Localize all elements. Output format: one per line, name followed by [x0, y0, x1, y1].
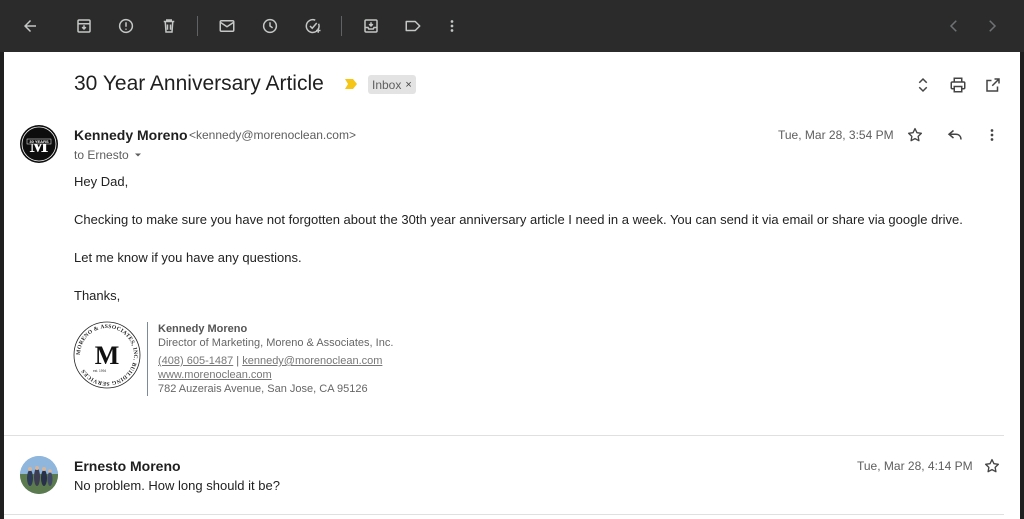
logo-letter: M: [95, 341, 120, 370]
importance-marker-icon[interactable]: [345, 79, 357, 89]
signature-name: Kennedy Moreno: [158, 323, 248, 335]
message-body-greeting: Hey Dad,: [74, 174, 129, 189]
signature-email-link[interactable]: kennedy@morenoclean.com: [242, 355, 382, 367]
chevron-right-icon[interactable]: [978, 12, 1006, 40]
avatar-caption: 30 YEARS: [29, 139, 49, 144]
recipients-dropdown[interactable]: to Ernesto: [74, 148, 143, 162]
toolbar: [0, 0, 1024, 52]
message-date: Tue, Mar 28, 3:54 PM: [778, 128, 894, 142]
label-icon[interactable]: [399, 12, 427, 40]
thread-subject: 30 Year Anniversary Article: [74, 72, 324, 95]
back-arrow-icon[interactable]: [16, 12, 44, 40]
company-logo: MORENO & ASSOCIATES, INC. BUILDING SERVI…: [73, 321, 141, 389]
expand-all-icon[interactable]: [912, 74, 934, 96]
recipients-text: to Ernesto: [74, 148, 129, 162]
open-in-new-window-icon[interactable]: [982, 74, 1004, 96]
star-icon[interactable]: [981, 455, 1003, 477]
toolbar-separator: [197, 16, 198, 36]
reply-icon[interactable]: [944, 124, 966, 146]
move-to-icon[interactable]: [357, 12, 385, 40]
signature-divider: [147, 322, 148, 396]
sender-name[interactable]: Ernesto Moreno: [74, 458, 181, 474]
avatar[interactable]: M 30 YEARS: [20, 125, 58, 163]
message-divider: [4, 514, 1004, 515]
signature-website: www.morenoclean.com: [158, 369, 272, 381]
message-body-paragraph: Let me know if you have any questions.: [74, 250, 302, 265]
archive-icon[interactable]: [70, 12, 98, 40]
signature-phone-link[interactable]: (408) 605-1487: [158, 355, 233, 367]
sender-name[interactable]: Kennedy Moreno: [74, 127, 188, 143]
message-date: Tue, Mar 28, 4:14 PM: [857, 459, 973, 473]
message-snippet[interactable]: No problem. How long should it be?: [74, 478, 280, 493]
avatar[interactable]: [20, 456, 58, 494]
logo-est: est. 1994: [93, 369, 106, 373]
message-body-paragraph: Checking to make sure you have not forgo…: [74, 212, 963, 227]
message-body-closing: Thanks,: [74, 288, 121, 303]
toolbar-separator: [341, 16, 342, 36]
mark-unread-icon[interactable]: [213, 12, 241, 40]
signature-contact: (408) 605-1487 | kennedy@morenoclean.com: [158, 355, 382, 367]
chevron-left-icon[interactable]: [940, 12, 968, 40]
star-icon[interactable]: [904, 124, 926, 146]
inbox-label-text: Inbox: [372, 77, 402, 92]
signature-website-link[interactable]: www.morenoclean.com: [158, 369, 272, 381]
snooze-icon[interactable]: [256, 12, 284, 40]
signature-phone-separator: |: [233, 355, 243, 367]
message-view: 30 Year Anniversary Article Inbox × M 30…: [4, 52, 1020, 519]
more-vert-icon[interactable]: [438, 12, 466, 40]
message-divider: [4, 435, 1004, 436]
report-spam-icon[interactable]: [112, 12, 140, 40]
delete-icon[interactable]: [155, 12, 183, 40]
more-options-icon[interactable]: [981, 124, 1003, 146]
print-icon[interactable]: [947, 74, 969, 96]
signature-title: Director of Marketing, Moreno & Associat…: [158, 337, 394, 349]
remove-label-button[interactable]: ×: [405, 79, 411, 91]
sender-email: <kennedy@morenoclean.com>: [189, 128, 356, 142]
signature-address: 782 Auzerais Avenue, San Jose, CA 95126: [158, 383, 368, 395]
add-task-icon[interactable]: [299, 12, 327, 40]
inbox-label-chip: Inbox ×: [368, 75, 416, 94]
chevron-down-icon: [134, 153, 141, 157]
